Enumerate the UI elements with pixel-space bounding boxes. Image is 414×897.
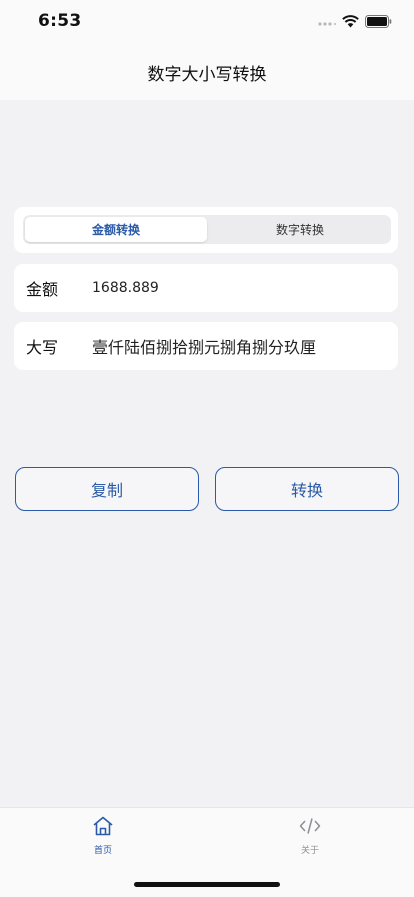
uppercase-label: 大写 [26,338,59,357]
wifi-icon [342,13,359,32]
copy-button[interactable]: 复制 [15,467,199,511]
amount-row: 金额 1688.889 [14,264,398,312]
status-bar: 6:53 [0,0,414,44]
convert-button[interactable]: 转换 [215,467,399,511]
home-indicator [134,882,280,887]
page-title: 数字大小写转换 [147,64,267,85]
battery-icon [365,13,392,32]
uppercase-result: 壹仟陆佰捌拾捌元捌角捌分玖厘 [92,338,317,357]
cellular-signal-icon [318,13,336,32]
tab-about[interactable]: 关于 [270,816,350,856]
navigation-bar: 数字大小写转换 [0,44,414,100]
amount-input[interactable]: 1688.889 [92,264,159,312]
home-icon [92,816,114,840]
segment-number-conversion[interactable]: 数字转换 [209,217,391,242]
segment-amount-conversion[interactable]: 金额转换 [25,217,207,242]
uppercase-row: 大写 壹仟陆佰捌拾捌元捌角捌分玖厘 [14,322,398,370]
tab-home-label: 首页 [93,846,112,856]
status-icons [318,14,392,30]
amount-label: 金额 [26,280,59,299]
tab-about-label: 关于 [300,846,319,856]
segmented-card: 金额转换 数字转换 [14,207,398,253]
code-icon [299,816,321,840]
tab-home[interactable]: 首页 [63,816,143,856]
status-time: 6:53 [38,11,82,31]
mode-segmented-control: 金额转换 数字转换 [23,215,391,244]
